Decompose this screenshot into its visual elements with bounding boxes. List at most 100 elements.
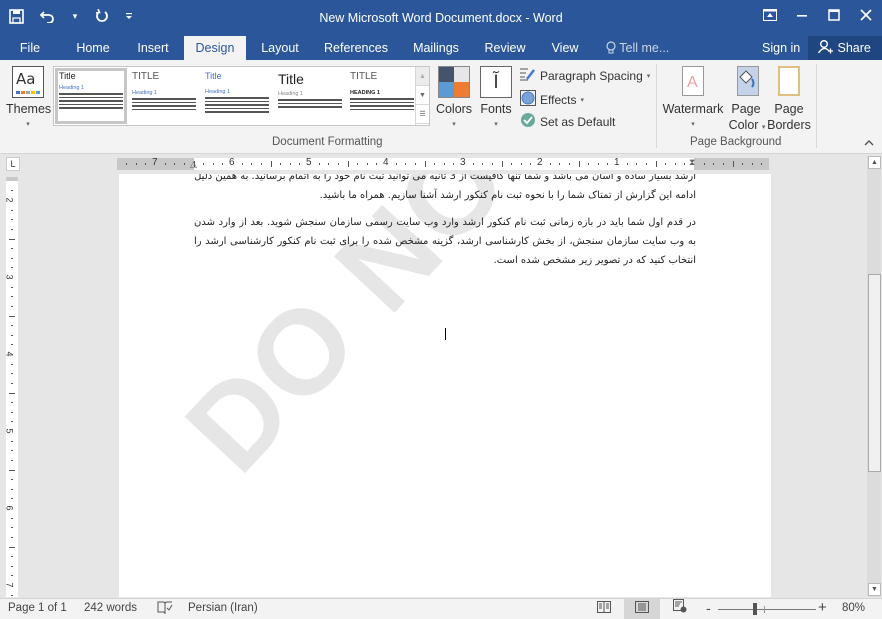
ruler-mark [11, 210, 13, 211]
tab-references[interactable]: References [320, 36, 392, 60]
document-page[interactable]: DO NOT COPY ارشد بسیار ساده و آسان می با… [119, 174, 771, 597]
page-color-icon [737, 66, 759, 96]
gallery-more-icon[interactable]: ☰ [416, 105, 429, 124]
ruler-mark [9, 393, 15, 394]
share-button[interactable]: Share [808, 36, 882, 60]
scroll-down-icon[interactable]: ▼ [868, 583, 881, 596]
zoom-level[interactable]: 80% [842, 602, 865, 614]
ruler-mark [723, 163, 724, 165]
zoom-slider[interactable] [718, 609, 816, 610]
watermark-icon: A [682, 66, 704, 96]
ruler-mark [299, 163, 300, 165]
collapse-ribbon-icon[interactable] [864, 138, 874, 149]
tell-me-box[interactable]: Tell me... [606, 36, 669, 60]
sign-in-link[interactable]: Sign in [762, 36, 800, 60]
minimize-icon[interactable] [786, 0, 818, 30]
ruler-mark [357, 163, 358, 165]
ruler-mark [550, 163, 551, 165]
gallery-scroll-down-icon[interactable]: ▼ [416, 86, 429, 105]
ruler-mark [11, 556, 13, 557]
ruler-mark [598, 163, 599, 165]
tab-view[interactable]: View [544, 36, 586, 60]
ruler-mark [502, 161, 503, 167]
scroll-up-icon[interactable]: ▲ [868, 156, 881, 169]
ribbon-display-options-icon[interactable] [754, 0, 786, 30]
tab-insert[interactable]: Insert [130, 36, 176, 60]
zoom-in-button[interactable]: + [818, 599, 827, 616]
tab-home[interactable]: Home [70, 36, 116, 60]
zoom-out-button[interactable]: - [706, 600, 711, 616]
colors-label: Colors [435, 102, 473, 116]
ruler-number: 3 [460, 157, 466, 168]
style-set-item[interactable]: TITLE HEADING 1 [346, 68, 418, 124]
effects-label: Effects [540, 92, 577, 107]
ruler-mark [11, 402, 13, 403]
ruler-mark [280, 163, 281, 165]
style-set-item[interactable]: Title Heading 1 [274, 68, 346, 124]
share-person-icon [817, 40, 837, 55]
ruler-mark [11, 229, 13, 230]
effects-button[interactable]: Effects ▾ [520, 90, 584, 109]
ruler-mark [444, 163, 445, 165]
paragraph-spacing-button[interactable]: Paragraph Spacing ▾ [520, 67, 650, 84]
set-as-default-button[interactable]: Set as Default [520, 112, 615, 131]
language-indicator[interactable]: Persian (Iran) [188, 602, 258, 614]
checkmark-icon [520, 112, 536, 131]
maximize-icon[interactable] [818, 0, 850, 30]
tell-me-placeholder: Tell me... [619, 41, 670, 55]
ruler-mark [11, 364, 13, 365]
ruler-mark [579, 161, 580, 167]
zoom-slider-thumb[interactable] [753, 603, 757, 615]
print-layout-icon[interactable] [624, 599, 660, 619]
web-layout-icon[interactable] [662, 599, 698, 619]
style-heading: Heading 1 [205, 89, 231, 95]
tab-file[interactable]: File [10, 36, 50, 60]
ruler-number: 1 [614, 157, 620, 168]
effects-dropdown-icon: ▾ [580, 96, 584, 104]
read-mode-icon[interactable] [586, 599, 622, 619]
tab-review[interactable]: Review [480, 36, 530, 60]
ruler-mark [174, 163, 175, 165]
ruler-mark [733, 161, 734, 167]
ruler-number: 5 [306, 157, 312, 168]
paragraph-0[interactable]: ارشد بسیار ساده و آسان می باشد و شما تنه… [194, 174, 696, 205]
ruler-mark [9, 470, 15, 471]
themes-dropdown-icon: ▾ [26, 121, 30, 128]
page-borders-label-2: Borders [767, 118, 811, 132]
ruler-mark [752, 163, 753, 165]
style-set-item[interactable]: Title Heading 1 [55, 68, 127, 124]
proofing-icon[interactable] [157, 601, 173, 618]
horizontal-ruler-area: L 1 2 3 4 5 6 7 △ ⧗ [0, 154, 882, 174]
style-set-item[interactable]: Title Heading 1 [201, 68, 273, 124]
ruler-mark [761, 163, 762, 165]
ruler-mark [165, 163, 166, 165]
style-set-item[interactable]: TITLE Heading 1 [128, 68, 200, 124]
vertical-ruler[interactable]: 2 3 4 5 6 7 [5, 177, 18, 597]
ruler-mark [203, 163, 204, 165]
word-count[interactable]: 242 words [84, 602, 137, 614]
gallery-scroll-up-icon[interactable]: ▲ [416, 67, 429, 86]
status-bar: Page 1 of 1 242 words Persian (Iran) - +… [0, 598, 882, 619]
ruler-mark [415, 163, 416, 165]
horizontal-ruler[interactable]: 1 2 3 4 5 6 7 [117, 157, 769, 170]
tab-selector-icon[interactable]: L [6, 157, 20, 171]
ruler-mark [11, 335, 13, 336]
ruler-right-margin [694, 158, 769, 170]
tab-mailings[interactable]: Mailings [406, 36, 466, 60]
ruler-mark [453, 163, 454, 165]
right-indent-marker-icon[interactable]: ⧗ [689, 157, 695, 168]
close-icon[interactable] [850, 0, 882, 30]
ruler-mark [338, 163, 339, 165]
watermark-label: Watermark [662, 102, 724, 116]
ruler-mark [11, 595, 13, 596]
page-count[interactable]: Page 1 of 1 [8, 602, 67, 614]
ruler-mark [425, 161, 426, 167]
ruler-mark [11, 489, 13, 490]
left-indent-marker-icon[interactable]: △ [190, 159, 197, 170]
vertical-scrollbar[interactable]: ▲ ▼ [866, 156, 881, 597]
tab-layout[interactable]: Layout [254, 36, 306, 60]
scrollbar-thumb[interactable] [868, 274, 881, 472]
tab-design[interactable]: Design [184, 36, 246, 60]
ruler-mark [367, 163, 368, 165]
paragraph-1[interactable]: در قدم اول شما باید در بازه زمانی ثبت نا… [194, 213, 696, 270]
